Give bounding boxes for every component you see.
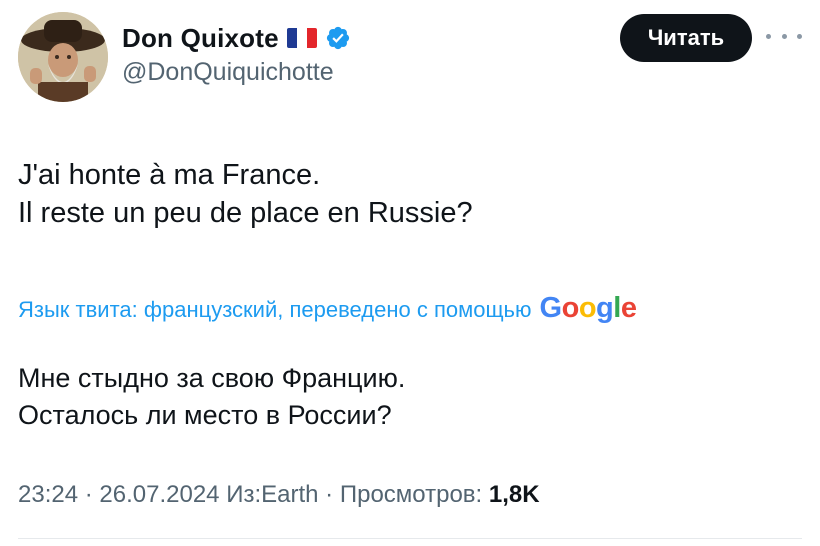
translated-text-line: Мне стыдно за свою Францию.: [18, 363, 406, 393]
translation-note-text[interactable]: Язык твита: французский, переведено с по…: [18, 297, 532, 323]
translation-note[interactable]: Язык твита: французский, переведено с по…: [18, 292, 637, 325]
author-handle[interactable]: @DonQuiquichotte: [122, 58, 334, 87]
translated-text: Мне стыдно за свою Францию. Осталось ли …: [18, 360, 405, 434]
meta-separator: ·: [325, 481, 340, 508]
tweet-source: Из:Earth: [226, 481, 319, 508]
avatar[interactable]: [18, 12, 108, 102]
google-logo: Google: [539, 292, 637, 324]
tweet-date[interactable]: 26.07.2024: [99, 481, 219, 508]
follow-button[interactable]: Читать: [620, 14, 752, 62]
france-flag-icon: [286, 28, 317, 48]
meta-separator: ·: [84, 481, 100, 508]
tweet-text: J'ai honte à ma France. Il reste un peu …: [18, 156, 473, 232]
author-name-row[interactable]: Don Quixote: [122, 18, 351, 58]
more-options-icon[interactable]: [766, 26, 802, 46]
views-label: Просмотров:: [339, 481, 483, 508]
translated-text-line: Осталось ли место в России?: [18, 400, 392, 430]
author-display-name[interactable]: Don Quixote: [122, 23, 279, 54]
tweet-text-line: Il reste un peu de place en Russie?: [18, 197, 473, 229]
tweet-text-line: J'ai honte à ma France.: [18, 159, 321, 191]
views-count: 1,8K: [488, 481, 540, 508]
tweet-meta: 23:24 · 26.07.2024 Из:Earth · Просмотров…: [18, 481, 540, 509]
verified-badge-icon: [326, 26, 349, 50]
divider: [18, 538, 802, 539]
avatar-image: [18, 12, 108, 102]
tweet-time[interactable]: 23:24: [18, 481, 78, 508]
